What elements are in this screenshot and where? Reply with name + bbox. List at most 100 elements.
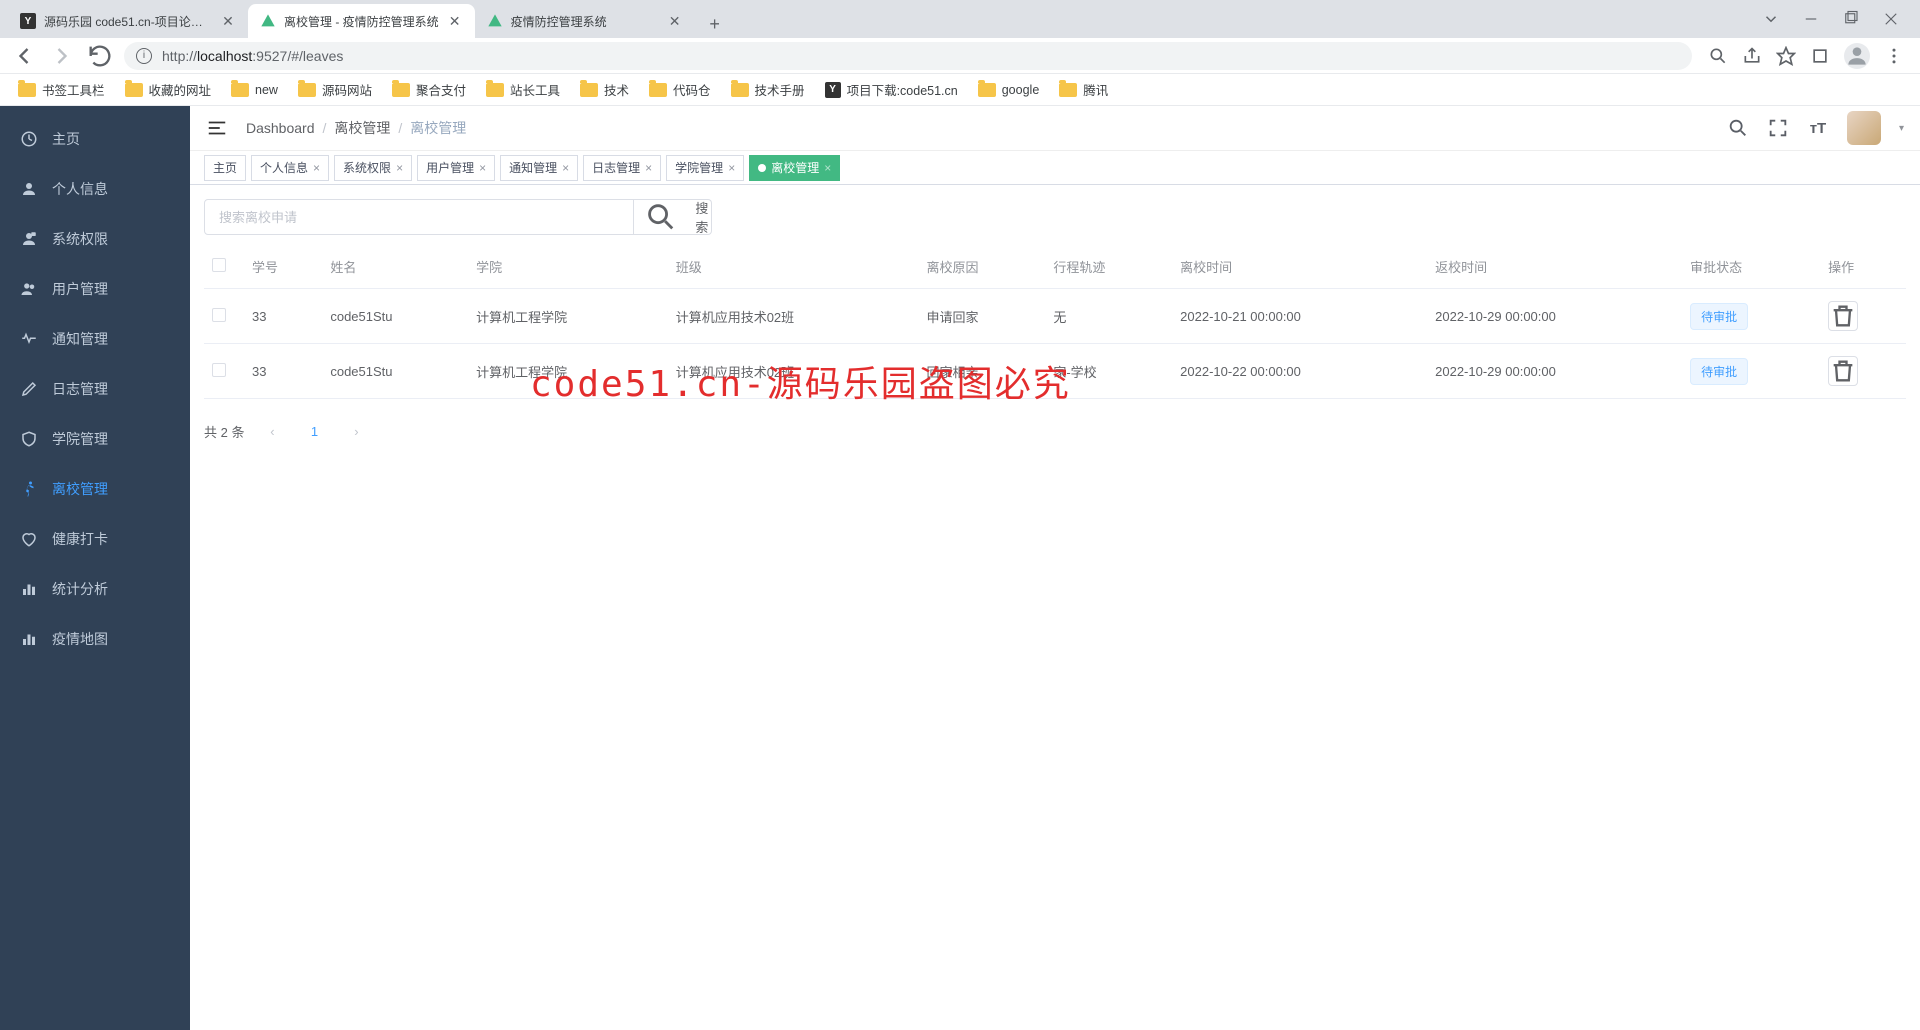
tab-favicon-icon: Y bbox=[20, 13, 36, 29]
checkbox[interactable] bbox=[212, 363, 226, 377]
breadcrumb: Dashboard / 离校管理 / 离校管理 bbox=[246, 118, 466, 138]
tag-close-icon[interactable]: × bbox=[479, 161, 486, 175]
bookmark-folder[interactable]: 书签工具栏 bbox=[10, 76, 113, 103]
sidebar-item-college[interactable]: 学院管理 bbox=[0, 414, 190, 464]
address-bar[interactable]: i http://localhost:9527/#/leaves bbox=[124, 42, 1692, 70]
delete-button[interactable] bbox=[1828, 301, 1858, 331]
tab-close-icon[interactable]: ✕ bbox=[667, 13, 683, 29]
folder-icon bbox=[978, 83, 996, 97]
sidebar-item-profile[interactable]: 个人信息 bbox=[0, 164, 190, 214]
share-icon[interactable] bbox=[1742, 46, 1762, 66]
breadcrumb-mid[interactable]: 离校管理 bbox=[334, 118, 390, 138]
menu-icon[interactable] bbox=[1884, 46, 1904, 66]
pagination-next[interactable]: › bbox=[342, 417, 370, 445]
folder-icon bbox=[580, 83, 598, 97]
user-avatar[interactable] bbox=[1847, 111, 1881, 145]
search-input[interactable] bbox=[204, 199, 634, 235]
edit-icon bbox=[20, 380, 38, 398]
tag-leave-active[interactable]: 离校管理× bbox=[749, 155, 840, 181]
bell-icon bbox=[20, 330, 38, 348]
tab-close-icon[interactable]: ✕ bbox=[447, 13, 463, 29]
search-icon[interactable] bbox=[1727, 117, 1749, 139]
maximize-icon[interactable] bbox=[1842, 10, 1860, 28]
tag-college[interactable]: 学院管理× bbox=[666, 155, 744, 181]
bookmark-folder[interactable]: 技术 bbox=[572, 76, 637, 103]
new-tab-button[interactable]: + bbox=[701, 10, 729, 38]
font-size-icon[interactable]: тT bbox=[1807, 117, 1829, 139]
tag-permissions[interactable]: 系统权限× bbox=[334, 155, 412, 181]
browser-tab[interactable]: Y 源码乐园 code51.cn-项目论文代 ✕ bbox=[8, 4, 248, 38]
folder-icon bbox=[231, 83, 249, 97]
fullscreen-icon[interactable] bbox=[1767, 117, 1789, 139]
sidebar-item-health[interactable]: 健康打卡 bbox=[0, 514, 190, 564]
bookmark-item[interactable]: Y项目下载:code51.cn bbox=[817, 76, 966, 103]
sidebar-item-logs[interactable]: 日志管理 bbox=[0, 364, 190, 414]
sidebar-item-map[interactable]: 疫情地图 bbox=[0, 614, 190, 664]
pagination-prev[interactable]: ‹ bbox=[258, 417, 286, 445]
folder-icon bbox=[298, 83, 316, 97]
table-row[interactable]: 33 code51Stu 计算机工程学院 计算机应用技术02班 回家相亲 家-学… bbox=[204, 344, 1906, 399]
bookmark-folder[interactable]: new bbox=[223, 79, 286, 101]
bookmark-folder[interactable]: 代码仓 bbox=[641, 76, 719, 103]
profile-avatar[interactable] bbox=[1844, 43, 1870, 69]
sidebar-item-leave[interactable]: 离校管理 bbox=[0, 464, 190, 514]
close-icon[interactable] bbox=[1882, 10, 1900, 28]
checkbox-all[interactable] bbox=[212, 258, 226, 272]
run-icon bbox=[20, 480, 38, 498]
tag-notifications[interactable]: 通知管理× bbox=[500, 155, 578, 181]
tag-close-icon[interactable]: × bbox=[313, 161, 320, 175]
search-icon[interactable] bbox=[1708, 46, 1728, 66]
search-button[interactable]: 搜索 bbox=[634, 199, 712, 235]
checkbox[interactable] bbox=[212, 308, 226, 322]
status-badge[interactable]: 待审批 bbox=[1690, 358, 1748, 385]
bookmark-folder[interactable]: 站长工具 bbox=[478, 76, 568, 103]
minimize-icon[interactable] bbox=[1802, 10, 1820, 28]
browser-tab-active[interactable]: 离校管理 - 疫情防控管理系统 ✕ bbox=[248, 4, 475, 38]
chevron-down-icon[interactable]: ▾ bbox=[1899, 123, 1904, 134]
tag-close-icon[interactable]: × bbox=[562, 161, 569, 175]
tab-close-icon[interactable]: ✕ bbox=[220, 13, 236, 29]
folder-icon bbox=[649, 83, 667, 97]
tab-favicon-icon bbox=[260, 13, 276, 29]
bookmark-folder[interactable]: 腾讯 bbox=[1051, 76, 1116, 103]
forward-button[interactable] bbox=[48, 42, 76, 70]
status-badge[interactable]: 待审批 bbox=[1690, 303, 1748, 330]
browser-toolbar: i http://localhost:9527/#/leaves bbox=[0, 38, 1920, 74]
bookmark-folder[interactable]: 源码网站 bbox=[290, 76, 380, 103]
tag-close-icon[interactable]: × bbox=[396, 161, 403, 175]
sidebar-item-notifications[interactable]: 通知管理 bbox=[0, 314, 190, 364]
back-button[interactable] bbox=[10, 42, 38, 70]
tab-title: 离校管理 - 疫情防控管理系统 bbox=[284, 13, 439, 30]
bookmark-folder[interactable]: 聚合支付 bbox=[384, 76, 474, 103]
sidebar-item-users[interactable]: 用户管理 bbox=[0, 264, 190, 314]
sidebar-item-home[interactable]: 主页 bbox=[0, 114, 190, 164]
chevron-down-icon[interactable] bbox=[1762, 10, 1780, 28]
user-icon bbox=[20, 180, 38, 198]
reload-button[interactable] bbox=[86, 42, 114, 70]
pagination-page[interactable]: 1 bbox=[300, 417, 328, 445]
extensions-icon[interactable] bbox=[1810, 46, 1830, 66]
delete-button[interactable] bbox=[1828, 356, 1858, 386]
table-row[interactable]: 33 code51Stu 计算机工程学院 计算机应用技术02班 申请回家 无 2… bbox=[204, 289, 1906, 344]
tag-home[interactable]: 主页 bbox=[204, 155, 246, 181]
hamburger-icon[interactable] bbox=[206, 117, 228, 139]
chart-icon bbox=[20, 630, 38, 648]
site-info-icon[interactable]: i bbox=[136, 48, 152, 64]
bookmark-folder[interactable]: 技术手册 bbox=[723, 76, 813, 103]
bookmark-folder[interactable]: google bbox=[970, 79, 1048, 101]
sidebar-item-stats[interactable]: 统计分析 bbox=[0, 564, 190, 614]
browser-tab[interactable]: 疫情防控管理系统 ✕ bbox=[475, 4, 695, 38]
tag-close-icon[interactable]: × bbox=[824, 161, 831, 175]
tag-close-icon[interactable]: × bbox=[728, 161, 735, 175]
tag-logs[interactable]: 日志管理× bbox=[583, 155, 661, 181]
folder-icon bbox=[1059, 83, 1077, 97]
tag-close-icon[interactable]: × bbox=[645, 161, 652, 175]
tag-users[interactable]: 用户管理× bbox=[417, 155, 495, 181]
tab-title: 疫情防控管理系统 bbox=[511, 13, 659, 30]
star-icon[interactable] bbox=[1776, 46, 1796, 66]
sidebar-item-permissions[interactable]: 系统权限 bbox=[0, 214, 190, 264]
tag-profile[interactable]: 个人信息× bbox=[251, 155, 329, 181]
chart-icon bbox=[20, 580, 38, 598]
bookmark-folder[interactable]: 收藏的网址 bbox=[117, 76, 220, 103]
breadcrumb-root[interactable]: Dashboard bbox=[246, 120, 315, 136]
